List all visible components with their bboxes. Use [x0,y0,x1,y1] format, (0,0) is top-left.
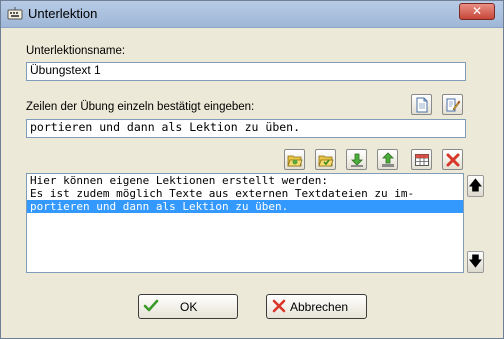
list-item[interactable]: Hier können eigene Lektionen erstellt we… [27,174,463,187]
save-folder-icon [318,155,334,167]
lesson-name-input[interactable]: Übungstext 1 [26,62,466,81]
list-item[interactable]: Es ist zudem möglich Texte aus externen … [27,187,463,200]
new-document-button[interactable] [411,94,432,115]
scroll-down-button[interactable]: 🡇 [467,251,484,273]
lines-listbox[interactable]: Hier können eigene Lektionen erstellt we… [26,173,464,273]
cancel-button[interactable]: Abbrechen [266,294,367,319]
close-button[interactable]: ✕ [459,3,495,20]
app-keyboard-icon [7,7,23,20]
scroll-up-button[interactable]: 🡅 [467,175,484,197]
title-bar[interactable]: Unterlektion ✕ [1,1,503,28]
edit-document-icon [446,98,461,112]
table-grid-icon [415,154,429,166]
dialog-window: Unterlektion ✕ Unterlektionsname: Übungs… [0,0,504,339]
arrow-down-icon: 🡇 [468,254,483,270]
new-document-icon [416,97,428,113]
table-button[interactable] [411,149,432,170]
cancel-x-icon [272,299,286,313]
close-icon: ✕ [471,4,483,18]
arrow-up-icon [382,152,394,167]
delete-button[interactable] [442,149,463,170]
delete-x-icon [446,153,460,167]
edit-document-button[interactable] [442,94,463,115]
save-folder-button[interactable] [315,149,336,170]
arrow-down-icon [351,153,363,167]
checkmark-icon [143,299,159,312]
move-down-button[interactable] [346,149,367,170]
move-up-button[interactable] [377,149,398,170]
window-title: Unterlektion [28,6,98,21]
ok-label: OK [180,300,198,314]
lesson-name-label: Unterlektionsname: [26,45,126,57]
open-folder-button[interactable] [284,149,305,170]
line-entry-label: Zeilen der Übung einzeln bestätigt einge… [26,101,255,113]
arrow-up-icon: 🡅 [468,178,483,194]
line-entry-input[interactable]: portieren und dann als Lektion zu üben. [26,119,466,138]
open-folder-icon [287,155,303,167]
list-item-selected[interactable]: portieren und dann als Lektion zu üben. [27,200,463,213]
cancel-label: Abbrechen [290,300,349,314]
ok-button[interactable]: OK [138,294,238,319]
